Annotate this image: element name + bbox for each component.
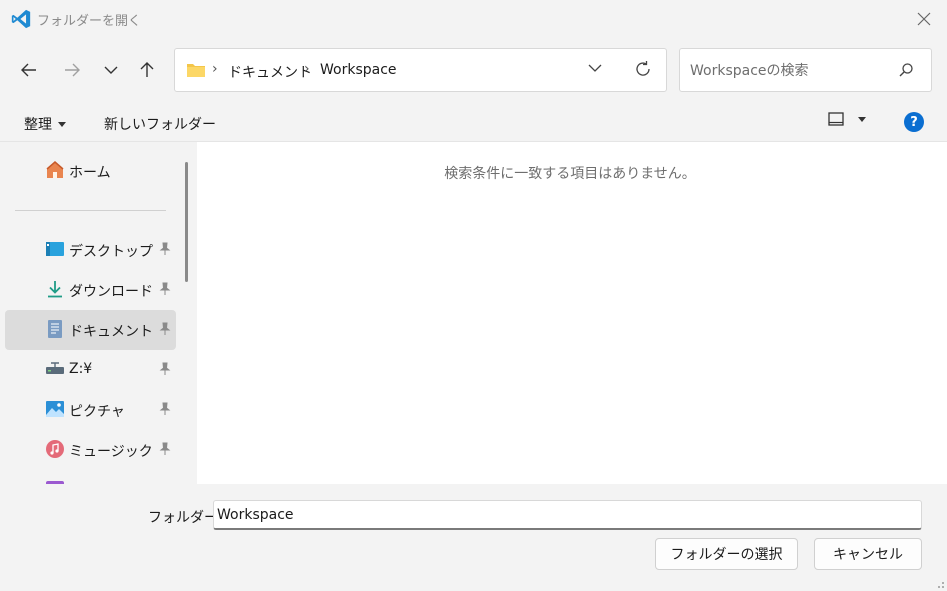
recent-locations-button[interactable] [97,56,125,84]
scrollbar[interactable] [185,162,188,282]
pin-icon[interactable] [159,442,171,456]
address-bar[interactable]: › ドキュメント › Workspace [174,48,667,92]
organize-button[interactable]: 整理 [24,114,66,134]
pin-icon[interactable] [159,242,171,256]
pin-icon[interactable] [159,322,171,336]
organize-label: 整理 [24,117,52,133]
command-bar: 整理 新しいフォルダー ? [0,102,947,142]
breadcrumb-separator-icon: › [212,61,218,77]
arrow-left-icon [21,63,36,77]
download-icon [48,281,62,298]
view-options-button[interactable] [828,112,866,126]
refresh-button[interactable] [634,60,652,82]
file-list[interactable]: 検索条件に一致する項目はありません。 [197,142,947,484]
sidebar-item-desktop[interactable]: デスクトップ [5,230,176,270]
sidebar-item-videos-partial[interactable] [5,470,176,484]
search-input[interactable] [690,61,890,81]
navigation-pane[interactable]: ホーム デスクトップ ダウンロード ドキュメント Z:¥ ピクチャ ミュージック [0,142,197,484]
folder-field[interactable] [213,500,922,530]
help-button[interactable]: ? [904,112,924,132]
desktop-icon [46,242,64,256]
navigation-bar: › ドキュメント › Workspace [0,38,947,102]
cancel-button[interactable]: キャンセル [814,538,922,570]
pin-icon[interactable] [159,362,171,376]
sidebar-item-z-drive[interactable]: Z:¥ [5,350,176,390]
arrow-right-icon [65,63,80,77]
sidebar-item-label: ミュージック [69,444,153,460]
breadcrumb-workspace[interactable]: Workspace [320,62,397,78]
sidebar-item-music[interactable]: ミュージック [5,430,176,470]
folder-field-label: フォルダー: [148,510,223,526]
music-icon [46,440,64,458]
sidebar-item-pictures[interactable]: ピクチャ [5,390,176,430]
chevron-down-icon [104,66,118,74]
arrow-up-icon [140,62,154,77]
search-box[interactable] [679,48,932,92]
caret-down-icon [58,121,66,127]
breadcrumb-documents[interactable]: ドキュメント [228,62,312,82]
folder-name-input[interactable] [217,505,907,525]
address-dropdown-button[interactable] [588,61,602,79]
select-folder-button[interactable]: フォルダーの選択 [655,538,798,570]
home-icon [46,161,64,178]
caret-down-icon [858,116,866,122]
pin-icon[interactable] [159,282,171,296]
sidebar-item-label: ホーム [69,165,111,181]
up-button[interactable] [133,56,161,84]
network-drive-icon [46,362,64,374]
sidebar-divider [15,210,166,211]
sidebar-item-label: ピクチャ [69,404,125,420]
search-icon[interactable] [898,62,914,82]
chevron-down-icon [588,64,602,72]
resize-grip-icon[interactable] [935,579,945,589]
sidebar-item-label: ダウンロード [69,284,153,300]
sidebar-item-label: デスクトップ [69,244,153,260]
forward-button[interactable] [58,56,86,84]
folder-icon [186,62,206,82]
back-button[interactable] [15,56,43,84]
vscode-icon [10,8,32,30]
sidebar-item-documents[interactable]: ドキュメント [5,310,176,350]
pictures-icon [46,401,64,417]
window-title: フォルダーを開く [37,14,142,29]
close-button[interactable] [909,4,939,34]
sidebar-item-label: ドキュメント [69,324,153,340]
help-icon: ? [910,114,918,130]
view-pane-icon [828,112,844,126]
close-icon [917,12,931,26]
sidebar-item-home[interactable]: ホーム [5,151,176,191]
dialog-footer: フォルダー: フォルダーの選択 キャンセル [0,484,947,591]
sidebar-item-label: Z:¥ [69,361,93,377]
refresh-icon [636,61,650,76]
new-folder-button[interactable]: 新しいフォルダー [104,114,216,134]
title-bar: フォルダーを開く [0,0,947,38]
breadcrumb-separator-icon: › [304,61,310,77]
empty-results-message: 検索条件に一致する項目はありません。 [444,166,696,182]
documents-icon [48,320,62,338]
sidebar-item-downloads[interactable]: ダウンロード [5,270,176,310]
pin-icon[interactable] [159,402,171,416]
